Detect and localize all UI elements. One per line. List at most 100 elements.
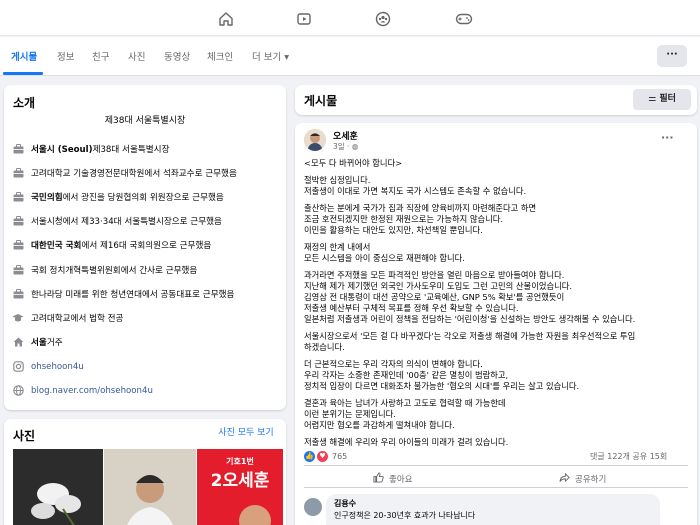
post-text-line: 서울시장으로서 '모든 걸 다 바꾸겠다'는 각오로 저출생 해결에 가능한 자… xyxy=(304,331,636,341)
tab-posts[interactable]: 게시물 xyxy=(11,49,37,63)
more-options-button[interactable]: ··· xyxy=(657,45,687,67)
intro-item-entity[interactable]: 국민의힘 xyxy=(31,191,63,203)
post-text-line: 모든 시스템을 아이 중심으로 재편해야 합니다. xyxy=(304,253,465,263)
photo-thumbnail[interactable] xyxy=(104,449,196,525)
filter-label: 필터 xyxy=(659,94,676,104)
like-label: 좋아요 xyxy=(389,475,413,485)
like-reaction-icon: 👍 xyxy=(304,451,315,462)
briefcase-icon xyxy=(12,144,24,155)
share-arrow-icon xyxy=(559,472,570,486)
photo-thumbnail[interactable]: 기호1번 2오세훈 xyxy=(197,449,283,525)
tab-more[interactable]: 더 보기 ▾ xyxy=(252,49,289,63)
intro-item: 한나라당 미래를 위한 청년연대에서 공동대표로 근무했음 xyxy=(12,288,234,300)
intro-item-text: 한나라당 미래를 위한 청년연대에서 공동대표로 근무했음 xyxy=(31,290,235,300)
home-icon xyxy=(12,337,24,348)
profile-tabs: 게시물 정보 친구 사진 동영상 체크인 더 보기 ▾ xyxy=(0,37,700,76)
briefcase-icon xyxy=(12,216,24,227)
intro-card: 소개 제38대 서울특별시장 서울시 (Seoul) 제38대 서울특별시장고려… xyxy=(4,85,286,410)
photos-card: 사진 사진 모두 보기 기호1번 2오세훈 xyxy=(4,419,286,525)
see-all-photos-link[interactable]: 사진 모두 보기 xyxy=(209,422,283,444)
intro-item[interactable]: blog.naver.com/ohsehoon4u xyxy=(12,385,153,396)
gaming-icon[interactable] xyxy=(454,9,474,29)
posts-header-card: 게시물 ⚌ 필터 xyxy=(295,85,697,115)
intro-item: 고려대학교에서 법학 전공 xyxy=(12,312,123,324)
globe-icon xyxy=(12,385,24,396)
intro-item[interactable]: ohsehoon4u xyxy=(12,361,84,372)
share-label: 공유하기 xyxy=(575,475,607,485)
post-date-text: 3일 · xyxy=(333,142,352,151)
intro-item: 서울 거주 xyxy=(12,336,63,348)
briefcase-icon xyxy=(12,240,24,251)
tab-about[interactable]: 정보 xyxy=(57,49,74,63)
intro-item: 서울시청에서 제33·34대 서울특별시장으로 근무했음 xyxy=(12,215,222,227)
tab-checkins[interactable]: 체크인 xyxy=(207,49,233,63)
intro-item-text: 고려대학교 기술경영전문대학원에서 석좌교수로 근무했음 xyxy=(31,169,237,179)
instagram-icon xyxy=(12,361,24,372)
post-text-line: 하겠습니다. xyxy=(304,342,345,352)
intro-item-text: 제38대 서울특별시장 xyxy=(92,145,170,155)
post-text-line: 일본처럼 저출생과 어린이 정책을 전담하는 '어린이청'을 신설하는 방안도 … xyxy=(304,314,636,324)
intro-item-text: 에서 광진을 당원협의회 위원장으로 근무했음 xyxy=(62,193,224,203)
video-icon[interactable] xyxy=(294,9,314,29)
avatar[interactable] xyxy=(304,498,322,516)
post-options-button[interactable]: ··· xyxy=(661,131,674,144)
briefcase-icon xyxy=(12,168,24,179)
filter-button[interactable]: ⚌ 필터 xyxy=(633,89,691,110)
post-card: 오세훈 3일 · ◍ ··· 👍 ♥ 765 댓글 122개 공유 15회 좋아… xyxy=(295,123,697,525)
posts-title: 게시물 xyxy=(304,94,338,108)
tab-photos[interactable]: 사진 xyxy=(128,49,145,63)
poster-big-text: 2오세훈 xyxy=(210,471,270,491)
intro-title: 소개 xyxy=(13,96,36,110)
intro-item-text: 거주 xyxy=(46,338,63,348)
avatar[interactable] xyxy=(304,129,326,151)
intro-item-text: 국회 정치개혁특별위원회에서 간사로 근무했음 xyxy=(31,266,198,276)
like-button[interactable]: 좋아요 xyxy=(373,472,412,486)
thumbs-up-icon xyxy=(373,472,384,486)
intro-item: 국회 정치개혁특별위원회에서 간사로 근무했음 xyxy=(12,264,197,276)
love-reaction-icon: ♥ xyxy=(317,451,328,462)
intro-bio: 제38대 서울특별시장 xyxy=(104,116,186,126)
briefcase-icon xyxy=(12,265,24,276)
filter-icon: ⚌ xyxy=(648,94,657,104)
intro-item: 대한민국 국회 에서 제16대 국회의원으로 근무했음 xyxy=(12,239,211,251)
briefcase-icon xyxy=(12,192,24,203)
intro-item-text[interactable]: blog.naver.com/ohsehoon4u xyxy=(31,386,153,396)
divider xyxy=(304,487,688,488)
post-text-line: 어렵지만 혐오를 과감하게 떨쳐내야 합니다. xyxy=(304,420,455,430)
divider xyxy=(304,465,688,466)
home-icon[interactable] xyxy=(216,9,236,29)
reaction-count: 765 xyxy=(332,452,348,461)
post-date[interactable]: 3일 · ◍ xyxy=(333,141,358,152)
share-button[interactable]: 공유하기 xyxy=(559,472,606,486)
intro-item-entity[interactable]: 서울 xyxy=(31,336,47,348)
intro-item-text: 서울시청에서 제33·34대 서울특별시장으로 근무했음 xyxy=(31,217,222,227)
tab-videos[interactable]: 동영상 xyxy=(164,49,190,63)
top-navigation-bar xyxy=(0,0,700,36)
groups-icon[interactable] xyxy=(373,9,393,29)
intro-item: 고려대학교 기술경영전문대학원에서 석좌교수로 근무했음 xyxy=(12,167,237,179)
post-text-line: 저출생 해결에 우리와 우리 아이들의 미래가 걸려 있습니다. xyxy=(304,437,509,447)
comments-shares-count[interactable]: 댓글 122개 공유 15회 xyxy=(590,451,667,462)
post-text-line: 이민을 활용하는 대안도 있지만, 차선책일 뿐입니다. xyxy=(304,225,483,235)
photo-thumbnail[interactable] xyxy=(13,449,103,525)
post-text-line: 저출생이 이대로 가면 복지도 국가 시스템도 존속할 수 없습니다. xyxy=(304,186,527,196)
intro-item: 국민의힘 에서 광진을 당원협의회 위원장으로 근무했음 xyxy=(12,191,224,203)
post-text-line: <모두 다 바뀌어야 합니다> xyxy=(304,158,403,168)
post-text-line: 정치적 입장이 다르면 대화조차 불가능한 '혐오의 시대'를 우리는 살고 있… xyxy=(304,381,580,391)
globe-icon: ◍ xyxy=(351,142,359,151)
intro-item-text: 에서 제16대 국회의원으로 근무했음 xyxy=(81,241,212,251)
intro-item-entity[interactable]: 서울시 (Seoul) xyxy=(31,143,93,155)
comment-text: 인구정책은 20-30년후 효과가 나타납니다 xyxy=(334,511,476,520)
intro-item-entity[interactable]: 대한민국 국회 xyxy=(31,239,81,251)
comment-bubble: 김용수 인구정책은 20-30년후 효과가 나타납니다 xyxy=(326,494,660,525)
reactions-summary[interactable]: 👍 ♥ 765 xyxy=(304,451,347,462)
intro-item: 서울시 (Seoul) 제38대 서울특별시장 xyxy=(12,143,169,155)
tab-friends[interactable]: 친구 xyxy=(92,49,109,63)
briefcase-icon xyxy=(12,289,24,300)
active-tab-indicator xyxy=(3,72,43,75)
photos-title: 사진 xyxy=(13,429,36,443)
graduation-cap-icon xyxy=(12,313,24,324)
intro-item-text: 고려대학교에서 법학 전공 xyxy=(31,314,124,324)
intro-item-text[interactable]: ohsehoon4u xyxy=(31,362,84,372)
comment-author[interactable]: 김용수 xyxy=(334,498,652,509)
